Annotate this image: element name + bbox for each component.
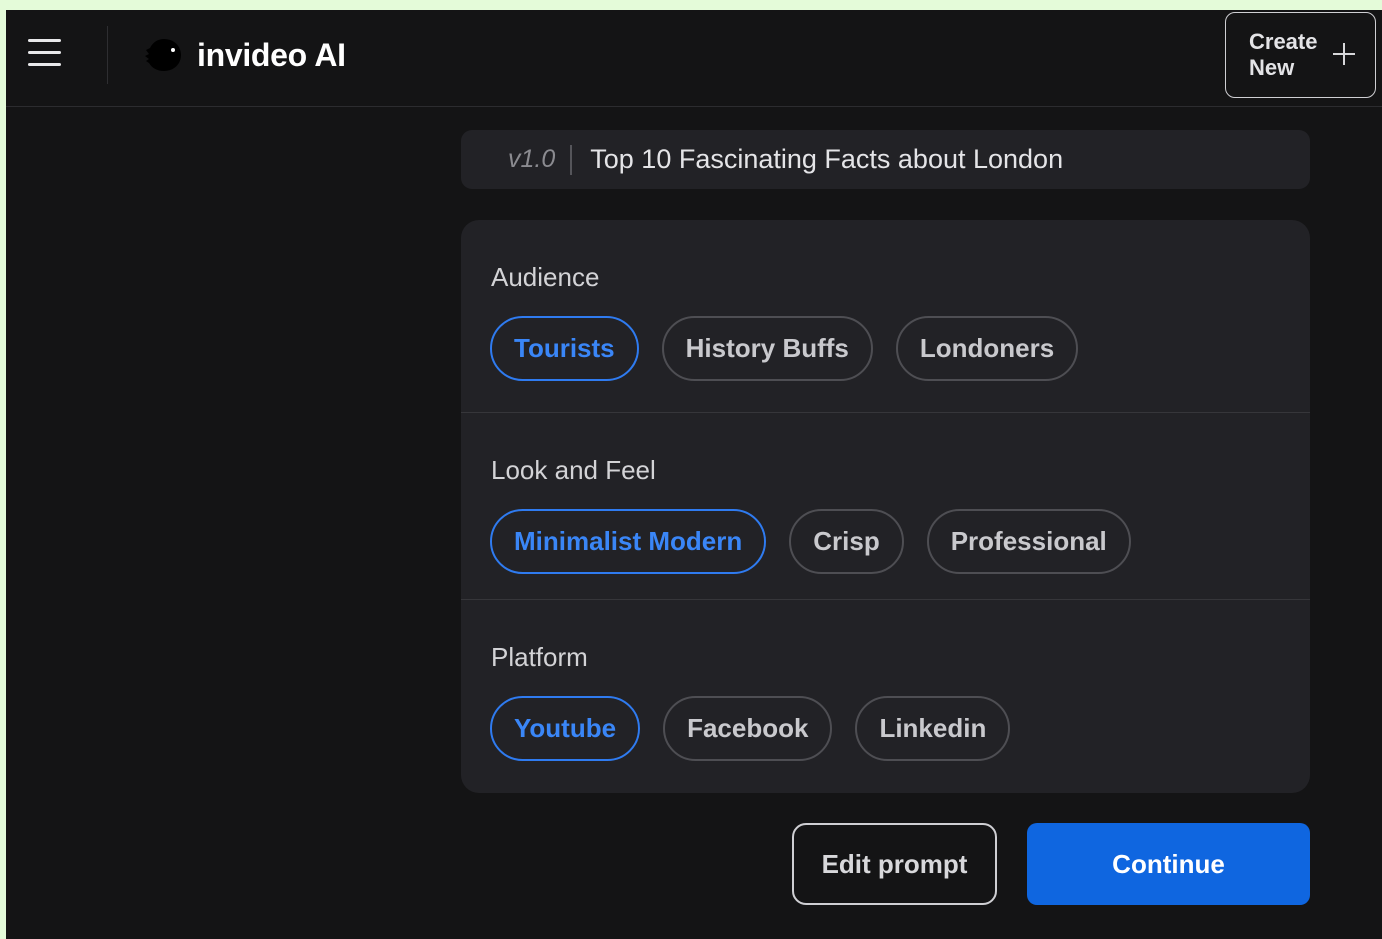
section-label: Audience [491,262,600,292]
app-logo[interactable]: invideo AI [144,34,346,76]
title-separator [570,144,573,175]
header-divider [107,26,108,84]
chip-history-buffs[interactable]: History Buffs [661,316,873,381]
edit-prompt-button[interactable]: Edit prompt [792,823,997,905]
create-new-button[interactable]: Create New [1225,12,1376,98]
look-and-feel-options: Minimalist Modern Crisp Professional [490,509,1131,574]
app-window: invideo AI Create New v1.0 Top 10 Fascin… [6,10,1382,939]
chip-facebook[interactable]: Facebook [663,696,833,761]
top-bar: invideo AI Create New [6,10,1382,107]
prompt-title-bar: v1.0 Top 10 Fascinating Facts about Lond… [461,130,1310,189]
chip-londoners[interactable]: Londoners [895,316,1079,381]
audience-options: Tourists History Buffs Londoners [490,316,1079,381]
chip-minimalist-modern[interactable]: Minimalist Modern [490,509,767,574]
chip-linkedin[interactable]: Linkedin [855,696,1011,761]
invideo-logo-icon [144,37,182,73]
chip-tourists[interactable]: Tourists [490,316,639,381]
chip-crisp[interactable]: Crisp [789,509,904,574]
hamburger-menu-icon[interactable] [28,34,66,70]
version-label: v1.0 [508,145,556,173]
app-name: invideo AI [197,36,346,73]
audience-section: Audience Tourists History Buffs Londoner… [461,220,1310,407]
platform-options: Youtube Facebook Linkedin [490,696,1011,761]
chip-youtube[interactable]: Youtube [490,696,641,761]
section-label: Platform [491,642,588,672]
menu-line [28,62,61,66]
menu-line [28,50,61,54]
continue-button[interactable]: Continue [1027,823,1310,905]
prompt-title: Top 10 Fascinating Facts about London [590,144,1064,174]
create-new-label: Create New [1249,29,1318,80]
platform-section: Platform Youtube Facebook Linkedin [461,599,1310,786]
options-panel: Audience Tourists History Buffs Londoner… [461,220,1310,793]
chip-professional[interactable]: Professional [926,509,1131,574]
look-and-feel-section: Look and Feel Minimalist Modern Crisp Pr… [461,412,1310,599]
menu-line [28,38,61,42]
section-label: Look and Feel [491,455,656,485]
plus-icon [1333,43,1355,65]
